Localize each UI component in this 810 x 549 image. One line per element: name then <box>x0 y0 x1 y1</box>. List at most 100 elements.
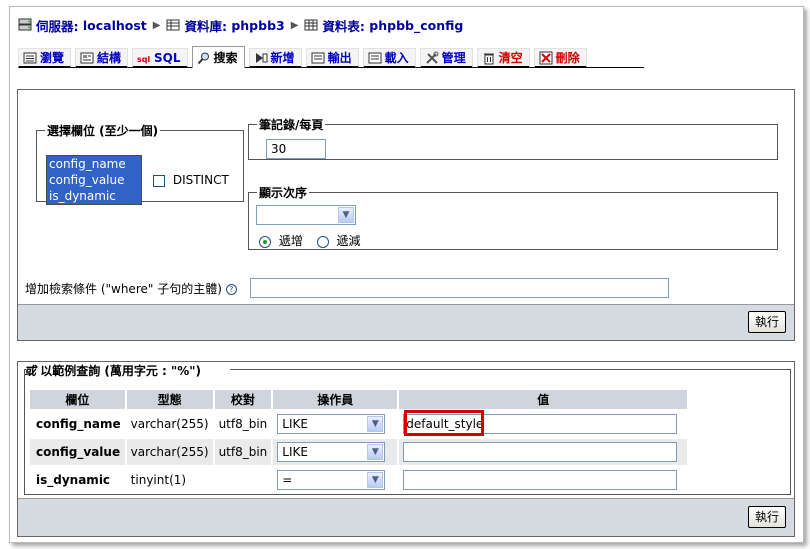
asc-radio[interactable] <box>259 235 271 248</box>
qbe-header-row: 欄位 型態 校對 操作員 值 <box>30 390 688 409</box>
select-fields-listbox[interactable]: config_name config_value is_dynamic <box>46 155 142 205</box>
chevron-down-icon[interactable]: ▼ <box>367 472 384 488</box>
tab-operations[interactable]: 管理 <box>419 48 473 68</box>
tab-insert[interactable]: 新增 <box>248 48 302 68</box>
field-option[interactable]: config_value <box>49 172 141 188</box>
tab-bar: 瀏覽 結構 sql SQL 搜索 新增 輸出 載入 管理 清空 刪除 <box>18 46 591 68</box>
tools-icon <box>425 51 439 64</box>
qbe-fieldset-top <box>230 369 791 370</box>
qbe-fieldset-top-left <box>24 369 26 370</box>
row-field: is_dynamic <box>30 467 125 493</box>
svg-text:sql: sql <box>137 55 150 64</box>
server-icon <box>18 18 32 31</box>
row-collation: utf8_bin <box>214 411 272 437</box>
chevron-down-icon[interactable]: ▼ <box>338 207 354 223</box>
col-header-value: 值 <box>399 390 688 409</box>
tab-import-label: 載入 <box>384 51 409 65</box>
row-value-cell: default_style <box>399 411 688 437</box>
chevron-down-icon[interactable]: ▼ <box>367 416 384 432</box>
query-by-example-panel: 或 以範例查詢 (萬用字元 : "%") 欄位 型態 校對 操作員 值 conf… <box>17 361 795 537</box>
value-input[interactable]: default_style <box>403 414 678 434</box>
row-type: varchar(255) <box>126 439 213 465</box>
insert-icon <box>255 52 268 63</box>
breadcrumb-db-label: 資料庫: <box>184 18 227 34</box>
col-header-collation: 校對 <box>214 390 272 409</box>
table-icon <box>304 19 318 31</box>
execute-button[interactable]: 執行 <box>748 506 786 528</box>
operator-value: = <box>282 473 293 487</box>
structure-icon <box>80 52 94 63</box>
tab-drop[interactable]: 刪除 <box>533 48 587 68</box>
rows-per-page-fieldset: 筆記錄/每頁 30 <box>248 116 778 160</box>
tab-browse[interactable]: 瀏覽 <box>18 48 72 68</box>
breadcrumb: 伺服器: localhost ▶ 資料庫: phpbb3 ▶ 資料表: phpb… <box>18 15 463 35</box>
where-clause-input[interactable] <box>250 278 669 298</box>
row-value-cell <box>399 439 688 465</box>
distinct-option: DISTINCT <box>153 173 229 187</box>
tab-drop-label: 刪除 <box>555 51 580 65</box>
panel2-footer: 執行 <box>18 498 794 536</box>
breadcrumb-server-link[interactable]: localhost <box>83 18 147 33</box>
breadcrumb-arrow-icon: ▶ <box>290 19 299 31</box>
order-direction: 遞增 遞減 <box>259 232 361 249</box>
tab-empty[interactable]: 清空 <box>476 48 530 68</box>
row-collation: utf8_bin <box>214 439 272 465</box>
breadcrumb-table-link[interactable]: phpbb_config <box>369 18 463 33</box>
export-icon <box>311 52 325 63</box>
tab-search[interactable]: 搜索 <box>191 46 245 68</box>
operator-select[interactable]: LIKE ▼ <box>277 442 386 462</box>
breadcrumb-db-link[interactable]: phpbb3 <box>231 18 284 33</box>
trash-icon <box>483 53 494 64</box>
tab-structure[interactable]: 結構 <box>75 48 129 68</box>
operator-select[interactable]: = ▼ <box>277 470 386 490</box>
tab-import[interactable]: 載入 <box>362 48 416 68</box>
desc-label: 遞減 <box>336 234 361 248</box>
field-option[interactable]: config_name <box>49 156 141 172</box>
tab-sql[interactable]: sql SQL <box>132 48 188 68</box>
chevron-down-icon[interactable]: ▼ <box>367 444 384 460</box>
where-clause-row: 增加檢索條件 ("where" 子句的主體) ? <box>25 280 237 297</box>
tab-operations-label: 管理 <box>441 51 466 65</box>
breadcrumb-table-label: 資料表: <box>322 18 365 34</box>
execute-button[interactable]: 執行 <box>748 311 786 333</box>
delete-icon <box>539 51 553 64</box>
rows-per-page-input[interactable]: 30 <box>266 139 326 159</box>
row-field: config_name <box>30 411 125 437</box>
tab-export[interactable]: 輸出 <box>305 48 359 68</box>
distinct-checkbox[interactable] <box>153 174 165 187</box>
row-type: tinyint(1) <box>126 467 213 493</box>
desc-radio[interactable] <box>316 235 329 248</box>
operator-value: LIKE <box>282 445 308 459</box>
search-icon <box>197 52 209 64</box>
value-input[interactable] <box>403 442 678 462</box>
sql-icon: sql <box>137 55 150 64</box>
import-icon <box>368 52 382 63</box>
select-fields-fieldset: 選擇欄位 (至少一個) config_name config_value is_… <box>36 122 244 205</box>
tab-export-label: 輸出 <box>327 51 352 65</box>
breadcrumb-server-label: 伺服器: <box>36 18 79 34</box>
tab-sql-label: SQL <box>154 50 181 65</box>
select-fields-legend: 選擇欄位 (至少一個) <box>47 124 159 138</box>
row-field: config_value <box>30 439 125 465</box>
value-input[interactable] <box>403 470 678 490</box>
display-order-legend: 顯示次序 <box>259 186 308 200</box>
tab-structure-label: 結構 <box>97 51 122 65</box>
where-clause-label: 增加檢索條件 ("where" 子句的主體) <box>25 282 222 296</box>
field-option[interactable]: is_dynamic <box>49 188 141 204</box>
asc-label: 遞增 <box>278 234 303 248</box>
row-collation <box>214 467 272 493</box>
row-operator-cell: LIKE ▼ <box>273 411 398 437</box>
operator-select[interactable]: LIKE ▼ <box>277 414 386 434</box>
distinct-label: DISTINCT <box>172 173 229 187</box>
order-select[interactable]: ▼ <box>256 205 356 225</box>
database-icon <box>166 19 180 31</box>
tab-search-label: 搜索 <box>213 51 238 65</box>
col-header-operator: 操作員 <box>273 390 398 409</box>
col-header-type: 型態 <box>126 390 213 409</box>
help-icon[interactable]: ? <box>225 284 237 295</box>
tab-browse-label: 瀏覽 <box>40 51 65 65</box>
rows-per-page-legend: 筆記錄/每頁 <box>259 118 324 132</box>
row-value-cell <box>399 467 688 493</box>
breadcrumb-arrow-icon: ▶ <box>152 19 161 31</box>
row-operator-cell: LIKE ▼ <box>273 439 398 465</box>
